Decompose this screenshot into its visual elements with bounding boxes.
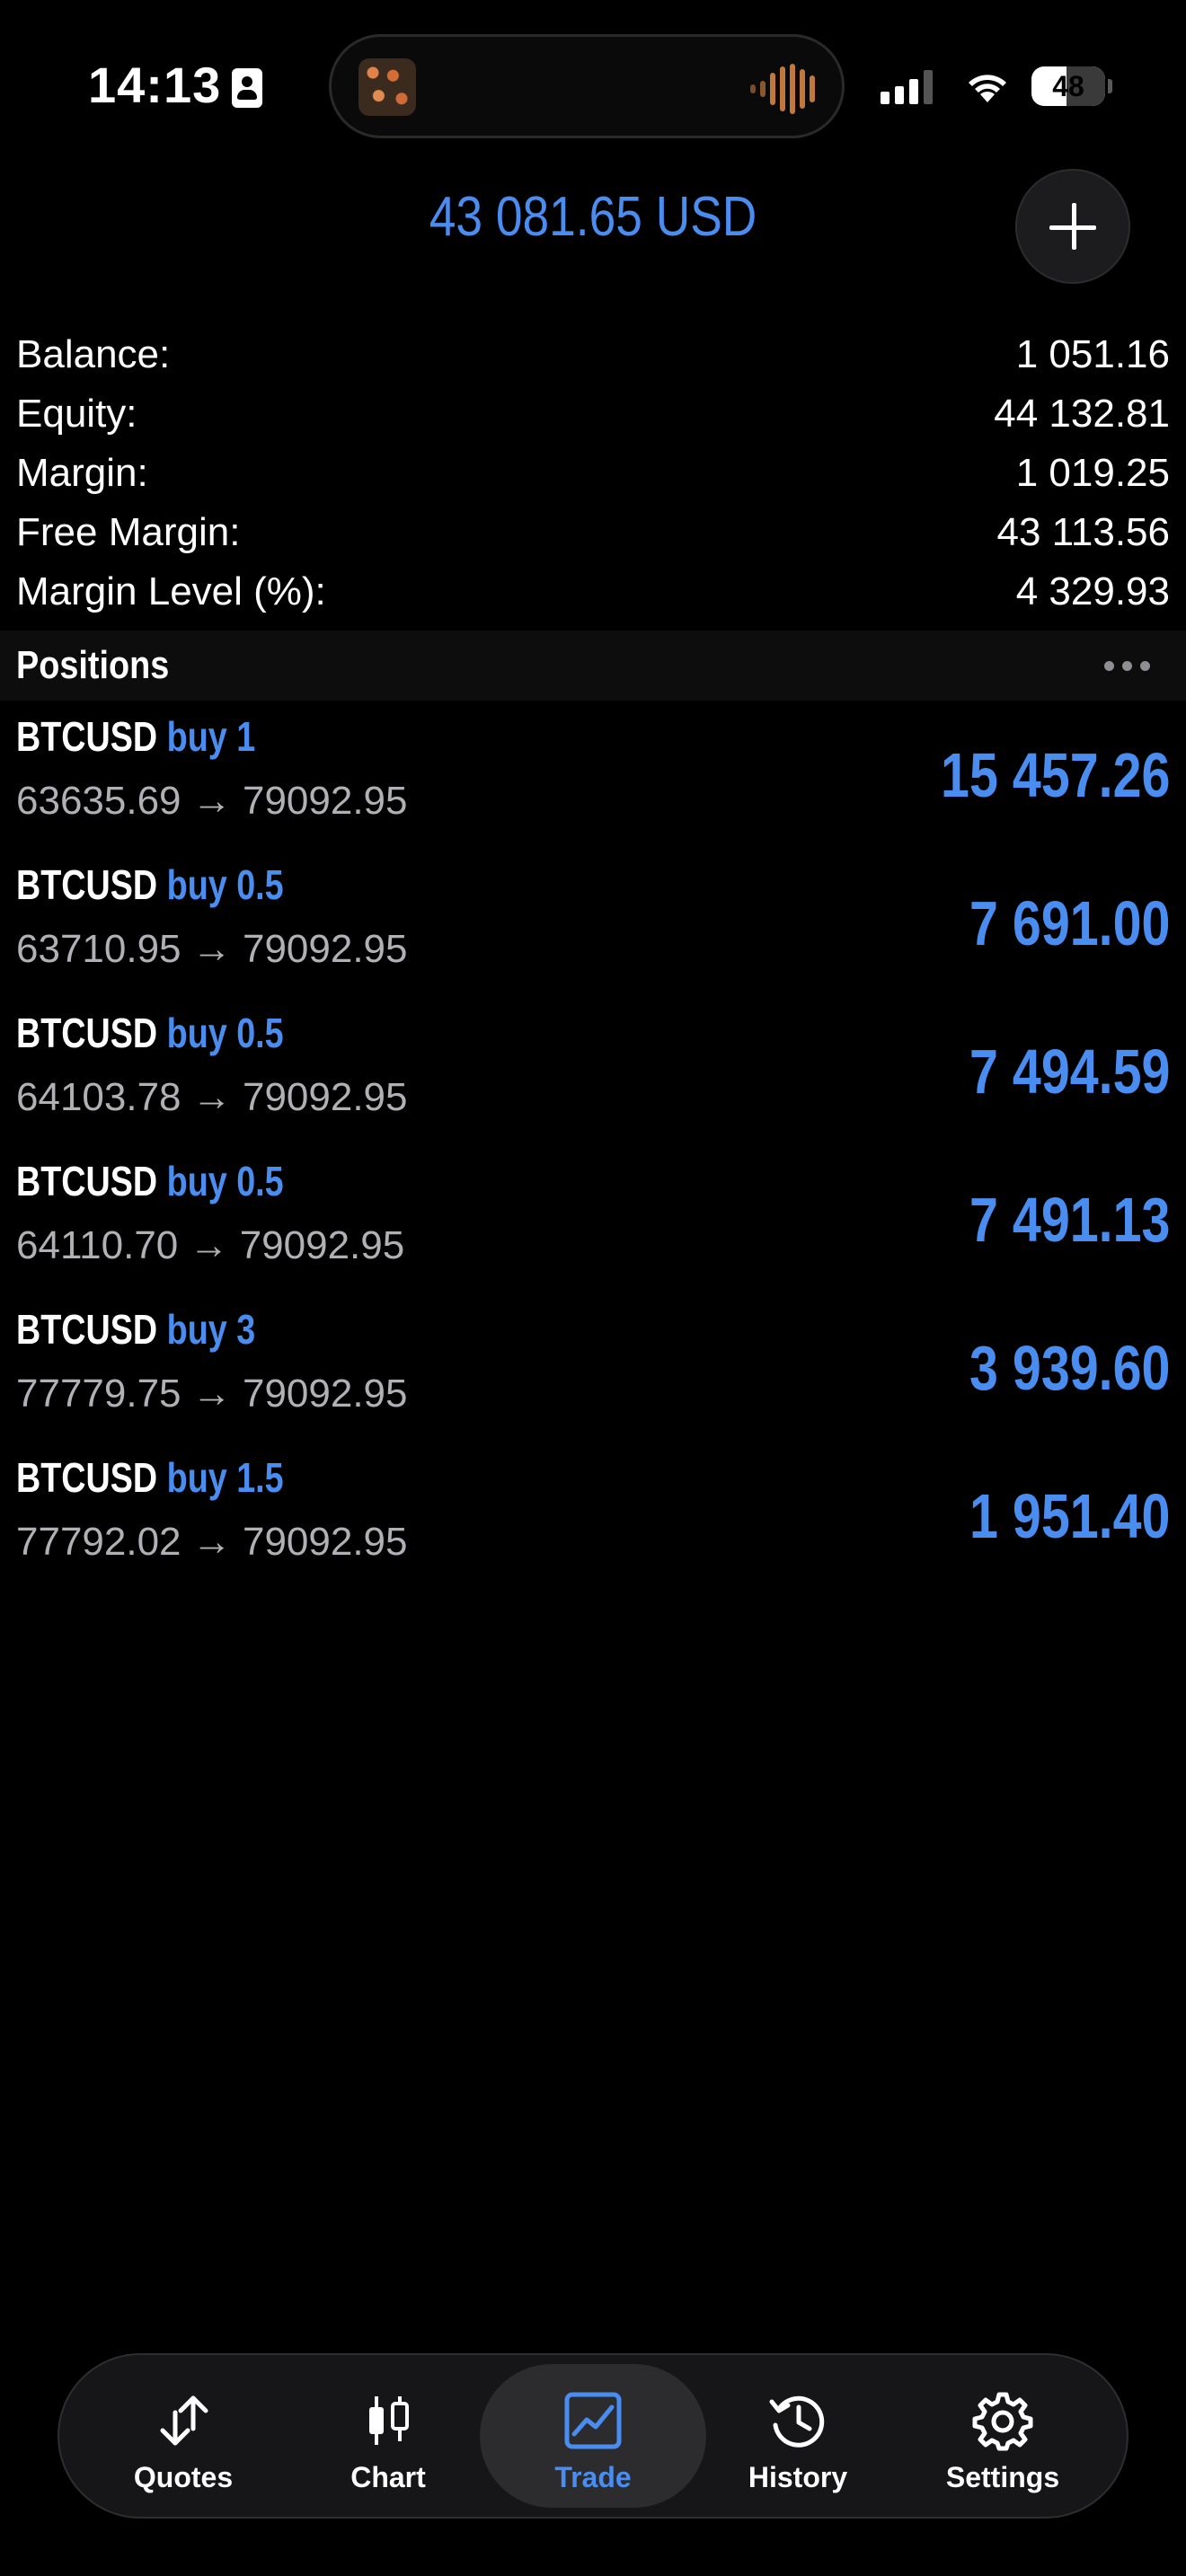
position-symbol: BTCUSD xyxy=(16,861,158,908)
position-symbol: BTCUSD xyxy=(16,1158,158,1204)
position-volume: 3 xyxy=(236,1306,256,1353)
status-time: 14:13 xyxy=(88,57,222,113)
position-volume: 1 xyxy=(236,713,256,760)
position-profit: 1 951.40 xyxy=(969,1481,1170,1551)
summary-row-margin: Margin: 1 019.25 xyxy=(16,444,1170,503)
position-volume: 0.5 xyxy=(236,861,284,908)
trade-chart-icon xyxy=(564,2392,622,2449)
position-title: BTCUSD buy 1.5 xyxy=(16,1453,284,1502)
summary-row-balance: Balance: 1 051.16 xyxy=(16,325,1170,384)
position-symbol: BTCUSD xyxy=(16,1454,158,1501)
battery-percentage: 48 xyxy=(1052,70,1084,102)
tab-settings[interactable]: Settings xyxy=(890,2364,1116,2508)
position-prices: 64110.70 → 79092.95 xyxy=(16,1223,405,1267)
battery-tip xyxy=(1108,79,1112,93)
summary-label: Free Margin: xyxy=(16,510,241,554)
position-volume: 0.5 xyxy=(236,1010,284,1056)
position-side: buy xyxy=(166,1306,227,1353)
position-row[interactable]: BTCUSD buy 3 77779.75 → 79092.95 3 939.6… xyxy=(0,1298,1186,1446)
account-summary: Balance: 1 051.16 Equity: 44 132.81 Marg… xyxy=(16,325,1170,622)
tab-history[interactable]: History xyxy=(685,2364,911,2508)
position-profit: 15 457.26 xyxy=(940,740,1170,810)
position-prices: 77779.75 → 79092.95 xyxy=(16,1372,408,1416)
summary-value: 43 113.56 xyxy=(996,510,1170,554)
position-title: BTCUSD buy 0.5 xyxy=(16,860,284,909)
position-side: buy xyxy=(166,713,227,760)
quotes-arrows-icon xyxy=(160,2395,208,2446)
gear-icon xyxy=(972,2392,1033,2451)
position-row[interactable]: BTCUSD buy 0.5 63710.95 → 79092.95 7 691… xyxy=(0,853,1186,1001)
position-side: buy xyxy=(166,1010,227,1056)
contact-card-icon xyxy=(232,68,262,108)
position-symbol: BTCUSD xyxy=(16,1010,158,1056)
tab-label: History xyxy=(748,2461,848,2493)
summary-value: 1 019.25 xyxy=(1015,451,1170,495)
audio-waveform-icon xyxy=(750,64,815,114)
position-row[interactable]: BTCUSD buy 1 63635.69 → 79092.95 15 457.… xyxy=(0,705,1186,853)
position-side: buy xyxy=(166,1158,227,1204)
positions-title: Positions xyxy=(16,643,170,687)
position-profit: 7 494.59 xyxy=(969,1037,1170,1107)
position-volume: 0.5 xyxy=(236,1158,284,1204)
summary-label: Equity: xyxy=(16,392,137,436)
summary-row-free-margin: Free Margin: 43 113.56 xyxy=(16,503,1170,562)
positions-list: BTCUSD buy 1 63635.69 → 79092.95 15 457.… xyxy=(0,705,1186,1594)
summary-value: 1 051.16 xyxy=(1015,332,1170,376)
positions-section-header: Positions xyxy=(0,631,1186,701)
position-title: BTCUSD buy 0.5 xyxy=(16,1009,284,1057)
tab-quotes[interactable]: Quotes xyxy=(70,2364,296,2508)
bottom-tab-bar: Quotes Chart Trade History Settings xyxy=(58,2353,1128,2519)
position-title: BTCUSD buy 0.5 xyxy=(16,1157,284,1205)
position-profit: 7 491.13 xyxy=(969,1185,1170,1255)
summary-label: Margin: xyxy=(16,451,148,495)
position-row[interactable]: BTCUSD buy 0.5 64103.78 → 79092.95 7 494… xyxy=(0,1001,1186,1150)
summary-value: 44 132.81 xyxy=(994,392,1170,436)
tab-label: Settings xyxy=(945,2461,1060,2493)
tab-label: Chart xyxy=(350,2461,426,2493)
position-prices: 63635.69 → 79092.95 xyxy=(16,779,408,823)
now-playing-artwork xyxy=(358,58,416,116)
position-prices: 77792.02 → 79092.95 xyxy=(16,1520,408,1564)
summary-value: 4 329.93 xyxy=(1015,569,1170,613)
more-options-icon[interactable] xyxy=(1104,661,1150,671)
dynamic-island[interactable] xyxy=(329,34,845,138)
tab-trade[interactable]: Trade xyxy=(480,2364,706,2508)
position-side: buy xyxy=(166,1454,227,1501)
position-row[interactable]: BTCUSD buy 1.5 77792.02 → 79092.95 1 951… xyxy=(0,1446,1186,1594)
cellular-signal-icon xyxy=(881,70,933,104)
candlestick-chart-icon xyxy=(369,2396,409,2445)
summary-row-equity: Equity: 44 132.81 xyxy=(16,384,1170,444)
summary-label: Balance: xyxy=(16,332,171,376)
position-title: BTCUSD buy 3 xyxy=(16,1305,255,1354)
battery-icon: 48 xyxy=(1031,66,1112,106)
battery-body: 48 xyxy=(1031,66,1105,106)
position-prices: 63710.95 → 79092.95 xyxy=(16,927,408,971)
position-symbol: BTCUSD xyxy=(16,713,158,760)
position-title: BTCUSD buy 1 xyxy=(16,712,255,761)
add-order-button[interactable] xyxy=(1015,169,1130,284)
wifi-icon xyxy=(969,75,1006,102)
summary-label: Margin Level (%): xyxy=(16,569,326,613)
status-bar: 14:13 48 xyxy=(0,0,1186,171)
position-volume: 1.5 xyxy=(236,1454,284,1501)
position-side: buy xyxy=(166,861,227,908)
position-profit: 3 939.60 xyxy=(969,1333,1170,1403)
summary-row-margin-level: Margin Level (%): 4 329.93 xyxy=(16,562,1170,622)
tab-label: Trade xyxy=(554,2461,632,2493)
tab-chart[interactable]: Chart xyxy=(275,2364,501,2508)
position-profit: 7 691.00 xyxy=(969,888,1170,958)
tab-label: Quotes xyxy=(133,2461,234,2493)
position-row[interactable]: BTCUSD buy 0.5 64110.70 → 79092.95 7 491… xyxy=(0,1150,1186,1298)
position-prices: 64103.78 → 79092.95 xyxy=(16,1075,408,1119)
position-symbol: BTCUSD xyxy=(16,1306,158,1353)
account-total: 43 081.65 USD xyxy=(429,186,757,248)
history-clock-icon xyxy=(769,2395,825,2448)
